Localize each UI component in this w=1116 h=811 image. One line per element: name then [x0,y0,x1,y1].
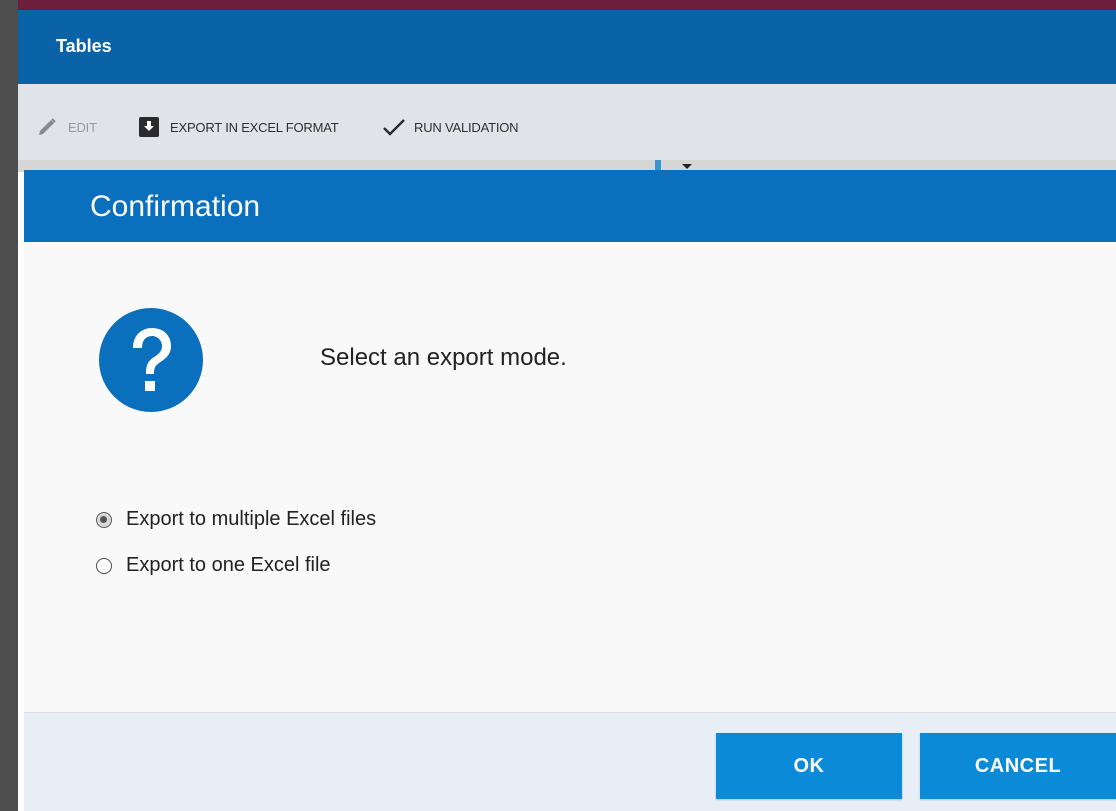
ok-button[interactable]: OK [716,733,902,799]
top-accent-strip [18,0,1116,10]
confirmation-dialog: Confirmation Select an export mode. Expo… [24,170,1116,811]
page-title: Tables [56,36,112,56]
download-box-icon [138,116,160,138]
window-left-edge [0,0,18,811]
radio-label: Export to multiple Excel files [126,508,377,530]
cancel-button[interactable]: CANCEL [920,733,1116,799]
validation-label: RUN VALIDATION [414,119,519,135]
caret-down-icon [682,164,692,169]
radio-label: Export to one Excel file [126,554,331,576]
checkmark-icon [382,116,405,138]
toolbar: EDIT EXPORT IN EXCEL FORMAT RUN VALIDATI… [18,84,1116,161]
pencil-icon [36,116,58,138]
radio-option-one-file[interactable]: Export to one Excel file [96,554,331,577]
dialog-title: Confirmation [90,190,261,223]
run-validation-button[interactable]: RUN VALIDATION [382,116,519,138]
export-excel-button[interactable]: EXPORT IN EXCEL FORMAT [138,116,339,138]
dialog-header: Confirmation [24,170,1116,242]
radio-button[interactable] [96,557,112,574]
app-window: Tables EDIT EXPORT IN EXCEL FORMAT RUN V… [0,0,1116,811]
question-circle-icon [99,308,203,412]
edit-label: EDIT [68,119,97,135]
edit-button[interactable]: EDIT [36,116,97,138]
radio-button-selected[interactable] [96,511,112,528]
export-label: EXPORT IN EXCEL FORMAT [170,119,339,135]
dialog-footer: OK CANCEL [24,712,1116,811]
dialog-message: Select an export mode. [320,344,567,371]
radio-option-multiple-files[interactable]: Export to multiple Excel files [96,508,376,531]
app-header: Tables [18,10,1116,84]
